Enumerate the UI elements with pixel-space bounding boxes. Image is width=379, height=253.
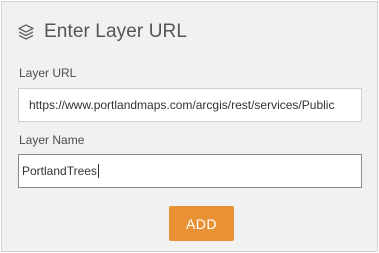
- layer-url-input[interactable]: https://www.portlandmaps.com/arcgis/rest…: [18, 88, 362, 122]
- layers-icon: [16, 22, 36, 42]
- enter-layer-url-panel: Enter Layer URL Layer URL https://www.po…: [1, 1, 378, 252]
- layer-url-label: Layer URL: [19, 66, 77, 80]
- text-caret: [97, 163, 99, 178]
- panel-title: Enter Layer URL: [44, 21, 188, 42]
- add-button[interactable]: ADD: [169, 206, 234, 241]
- layer-url-value: https://www.portlandmaps.com/arcgis/rest…: [29, 98, 335, 112]
- layer-name-input[interactable]: PortlandTrees: [18, 154, 362, 188]
- layer-name-label: Layer Name: [19, 133, 85, 147]
- layer-name-value: PortlandTrees: [22, 164, 97, 178]
- panel-header: Enter Layer URL: [16, 17, 187, 47]
